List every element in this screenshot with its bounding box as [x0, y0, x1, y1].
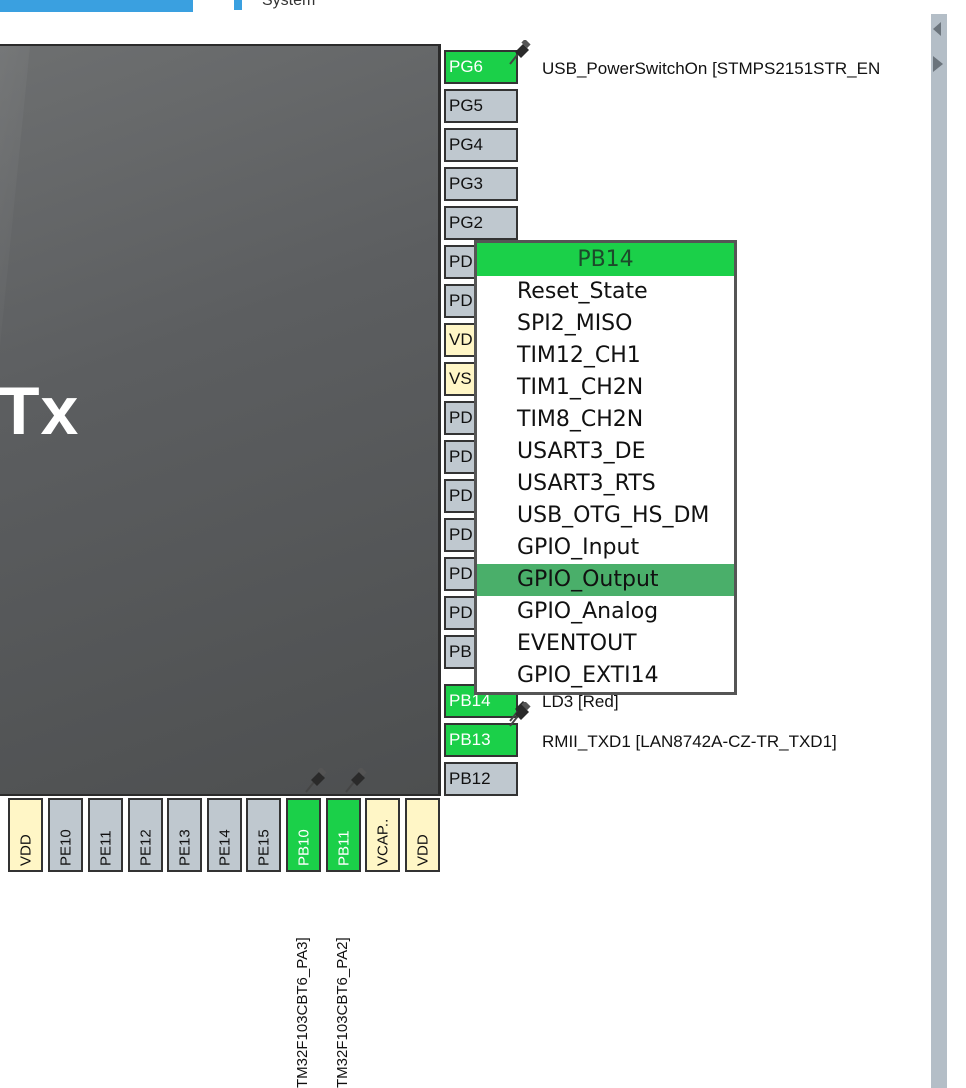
pin-label: VDD: [17, 834, 34, 866]
menu-item-spi2-miso[interactable]: SPI2_MISO: [477, 308, 734, 340]
pin-function-menu: PB14 Reset_State SPI2_MISO TIM12_CH1 TIM…: [474, 240, 737, 695]
menu-item-usb-otg-hs-dm[interactable]: USB_OTG_HS_DM: [477, 500, 734, 532]
pin-pb13[interactable]: PB13: [444, 723, 518, 757]
pb14-signal-label[interactable]: LD3 [Red]: [542, 692, 619, 712]
pin-pg3[interactable]: PG3: [444, 167, 518, 201]
pin-label: PE11: [97, 830, 114, 866]
pushpin-icon: [509, 40, 531, 65]
pin-pg5[interactable]: PG5: [444, 89, 518, 123]
pin-pe13[interactable]: PE13: [167, 798, 202, 872]
pin-label: VCAP..: [374, 818, 391, 866]
pin-label: PE12: [137, 829, 154, 866]
vertical-scrollbar[interactable]: [931, 14, 947, 1088]
menu-item-gpio-input[interactable]: GPIO_Input: [477, 532, 734, 564]
menu-item-reset-state[interactable]: Reset_State: [477, 276, 734, 308]
pin-label: VDD: [414, 834, 431, 866]
pin-label: PE14: [216, 829, 233, 866]
pin-pb10[interactable]: PB10: [286, 798, 321, 872]
label-overflow-arrow-icon: [933, 56, 943, 72]
menu-item-gpio-exti14[interactable]: GPIO_EXTI14: [477, 660, 734, 692]
pushpin-icon: [305, 768, 327, 793]
pin-pb11[interactable]: PB11: [326, 798, 361, 872]
menu-item-usart3-de[interactable]: USART3_DE: [477, 436, 734, 468]
pin-pe10[interactable]: PE10: [48, 798, 83, 872]
menu-item-eventout[interactable]: EVENTOUT: [477, 628, 734, 660]
pin-pe15[interactable]: PE15: [246, 798, 281, 872]
pin-label: PB11: [335, 830, 352, 866]
pb13-signal-label[interactable]: RMII_TXD1 [LAN8742A-CZ-TR_TXD1]: [542, 732, 837, 752]
tab-system-label[interactable]: System: [262, 0, 315, 10]
menu-item-gpio-output[interactable]: GPIO_Output: [477, 564, 734, 596]
pushpin-icon: [345, 768, 367, 793]
menu-item-usart3-rts[interactable]: USART3_RTS: [477, 468, 734, 500]
pin-vdd-bottom-1[interactable]: VDD: [8, 798, 43, 872]
pb10-signal-label[interactable]: TM32F103CBT6_PA3]: [294, 937, 311, 1088]
pin-vcap[interactable]: VCAP..: [365, 798, 400, 872]
pin-pg2[interactable]: PG2: [444, 206, 518, 240]
active-tab-indicator[interactable]: [0, 0, 193, 12]
tab-separator: [234, 0, 242, 10]
scroll-left-arrow-icon[interactable]: [933, 22, 941, 36]
pin-pe12[interactable]: PE12: [128, 798, 163, 872]
pin-pe14[interactable]: PE14: [207, 798, 242, 872]
pin-label: PB10: [295, 829, 312, 866]
pin-pb12[interactable]: PB12: [444, 762, 518, 796]
menu-item-tim1-ch2n[interactable]: TIM1_CH2N: [477, 372, 734, 404]
pin-label: PE10: [57, 829, 74, 866]
menu-item-tim12-ch1[interactable]: TIM12_CH1: [477, 340, 734, 372]
pb11-signal-label[interactable]: TM32F103CBT6_PA2]: [334, 937, 351, 1088]
pin-label: PE15: [255, 829, 272, 866]
menu-title: PB14: [477, 243, 734, 276]
pin-pe11[interactable]: PE11: [88, 798, 123, 872]
menu-item-gpio-analog[interactable]: GPIO_Analog: [477, 596, 734, 628]
pin-pg4[interactable]: PG4: [444, 128, 518, 162]
chip-name: Tx: [0, 373, 80, 449]
pg6-signal-label[interactable]: USB_PowerSwitchOn [STMPS2151STR_EN: [542, 59, 880, 79]
pin-vdd-bottom-2[interactable]: VDD: [405, 798, 440, 872]
pin-label: PE13: [176, 829, 193, 866]
pushpin-icon: [509, 702, 531, 727]
menu-item-tim8-ch2n[interactable]: TIM8_CH2N: [477, 404, 734, 436]
